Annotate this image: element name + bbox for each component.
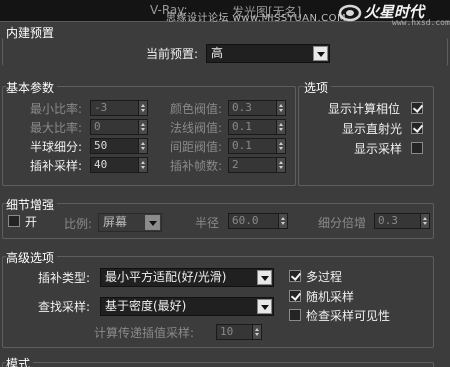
current-preset-dropdown[interactable]: 高 bbox=[206, 44, 330, 63]
min-rate-value: -3 bbox=[94, 101, 108, 114]
max-rate-spinner[interactable]: 0 bbox=[90, 119, 148, 135]
normal-thresh-spinner[interactable]: 0.1 bbox=[228, 119, 286, 135]
current-preset-label: 当前预置: bbox=[146, 47, 199, 61]
hsph-subdivs-spinner[interactable]: 50 bbox=[90, 138, 148, 154]
chevron-down-icon bbox=[313, 46, 328, 61]
check-visibility-checkbox[interactable] bbox=[289, 309, 301, 321]
show-samples-label: 显示采样 bbox=[354, 142, 403, 156]
randomize-label: 随机采样 bbox=[306, 290, 355, 304]
hsph-subdivs-label: 半球细分: bbox=[30, 140, 83, 154]
detail-subdivs-mult-spinner[interactable]: 0.3 bbox=[374, 213, 430, 229]
show-calc-phase-label: 显示计算相位 bbox=[328, 102, 401, 116]
detail-radius-value: 60.0 bbox=[232, 214, 259, 227]
interp-samples-label: 插补采样: bbox=[30, 159, 83, 173]
mode-group bbox=[2, 362, 434, 367]
interp-samples-spinner[interactable]: 40 bbox=[90, 157, 148, 173]
spinner-arrows-icon[interactable] bbox=[276, 120, 285, 134]
detail-subdivs-mult-label: 细分倍增 bbox=[318, 216, 367, 230]
normal-thresh-value: 0.1 bbox=[232, 120, 252, 133]
calc-pass-label: 计算传递插值采样: bbox=[94, 326, 195, 340]
spinner-arrows-icon[interactable] bbox=[252, 325, 261, 339]
section-mode: 模式 bbox=[6, 355, 34, 367]
lookup-dropdown[interactable]: 基于密度(最好) bbox=[100, 297, 274, 316]
interp-frames-spinner[interactable]: 2 bbox=[228, 157, 286, 173]
detail-radius-label: 半径 bbox=[195, 216, 220, 230]
chevron-down-icon bbox=[145, 215, 160, 230]
logo-swirl-icon bbox=[338, 4, 362, 22]
interp-type-dropdown[interactable]: 最小平方适配(好/光滑) bbox=[100, 268, 274, 287]
color-thresh-spinner[interactable]: 0.3 bbox=[228, 100, 286, 116]
min-rate-spinner[interactable]: -3 bbox=[90, 100, 148, 116]
show-direct-light-checkbox[interactable] bbox=[411, 122, 423, 134]
calc-pass-value: 10 bbox=[220, 325, 234, 338]
dist-thresh-spinner[interactable]: 0.1 bbox=[228, 138, 286, 154]
multipass-checkbox[interactable] bbox=[289, 270, 301, 282]
max-rate-value: 0 bbox=[94, 120, 101, 133]
color-thresh-value: 0.3 bbox=[232, 101, 252, 114]
detail-subdivs-mult-value: 0.3 bbox=[378, 214, 398, 227]
color-thresh-label: 颜色阀值: bbox=[170, 102, 223, 116]
spinner-arrows-icon[interactable] bbox=[138, 139, 147, 153]
interp-frames-value: 2 bbox=[232, 158, 239, 171]
logo-url: www.hxsd.com bbox=[392, 18, 450, 27]
title-bar: V-Ray: 发光图[无名] 思缘设计论坛 www.MISSYUAN.COM 火… bbox=[0, 0, 450, 27]
spinner-arrows-icon[interactable] bbox=[276, 158, 285, 172]
min-rate-label: 最小比率: bbox=[30, 102, 83, 116]
section-basic-params: 基本参数 bbox=[6, 79, 58, 96]
hsph-subdivs-value: 50 bbox=[94, 139, 108, 152]
section-options: 选项 bbox=[304, 79, 332, 96]
dist-thresh-label: 间距阀值: bbox=[170, 140, 223, 154]
normal-thresh-label: 法线阀值: bbox=[170, 121, 223, 135]
current-preset-value: 高 bbox=[211, 46, 224, 60]
spinner-arrows-icon[interactable] bbox=[138, 120, 147, 134]
show-direct-light-label: 显示直射光 bbox=[342, 122, 403, 136]
spinner-arrows-icon[interactable] bbox=[276, 101, 285, 115]
interp-type-value: 最小平方适配(好/光滑) bbox=[105, 270, 227, 284]
spinner-arrows-icon[interactable] bbox=[138, 158, 147, 172]
multipass-label: 多过程 bbox=[306, 270, 343, 284]
max-rate-label: 最大比率: bbox=[30, 121, 83, 135]
spinner-arrows-icon[interactable] bbox=[138, 101, 147, 115]
detail-scale-dropdown[interactable]: 屏幕 bbox=[98, 213, 162, 232]
interp-frames-label: 插补帧数: bbox=[170, 159, 223, 173]
check-visibility-label: 检查采样可见性 bbox=[306, 309, 391, 323]
dist-thresh-value: 0.1 bbox=[232, 139, 252, 152]
interp-samples-value: 40 bbox=[94, 158, 108, 171]
show-calc-phase-checkbox[interactable] bbox=[411, 102, 423, 114]
detail-on-label: 开 bbox=[25, 215, 38, 229]
show-samples-checkbox[interactable] bbox=[411, 142, 423, 154]
randomize-checkbox[interactable] bbox=[289, 290, 301, 302]
lookup-label: 查找采样: bbox=[38, 300, 91, 314]
spinner-arrows-icon[interactable] bbox=[420, 214, 429, 228]
section-detail-enhance: 细节增强 bbox=[6, 196, 58, 213]
hxsd-logo: 火星时代 www.hxsd.com bbox=[336, 1, 450, 27]
lookup-value: 基于密度(最好) bbox=[105, 299, 187, 313]
spinner-arrows-icon[interactable] bbox=[278, 214, 287, 228]
detail-scale-label: 比例: bbox=[64, 217, 93, 231]
calc-pass-spinner[interactable]: 10 bbox=[216, 324, 262, 340]
detail-radius-spinner[interactable]: 60.0 bbox=[228, 213, 288, 229]
spinner-arrows-icon[interactable] bbox=[276, 139, 285, 153]
chevron-down-icon bbox=[257, 270, 272, 285]
chevron-down-icon bbox=[257, 299, 272, 314]
detail-scale-value: 屏幕 bbox=[103, 215, 128, 229]
watermark-text: 思缘设计论坛 www.MISSYUAN.COM bbox=[166, 13, 347, 24]
interp-type-label: 插补类型: bbox=[38, 271, 91, 285]
detail-on-checkbox[interactable] bbox=[8, 215, 20, 227]
section-advanced-options: 高级选项 bbox=[6, 249, 58, 266]
